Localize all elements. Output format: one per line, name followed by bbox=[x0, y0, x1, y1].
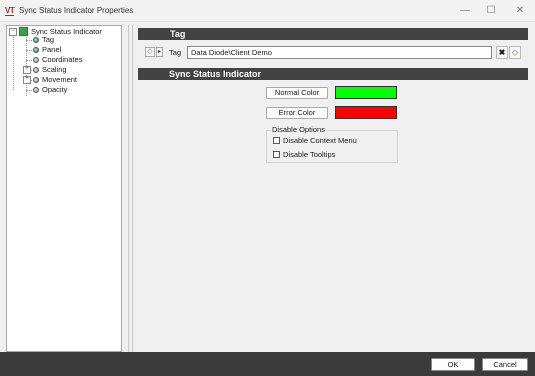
expand-icon[interactable]: + bbox=[23, 65, 31, 74]
expand-icon[interactable]: + bbox=[23, 75, 31, 84]
tree-connector-line bbox=[26, 60, 32, 61]
app-logo: VT bbox=[5, 6, 15, 16]
disable-tooltips-checkbox[interactable] bbox=[273, 151, 280, 158]
tree-item-label: Opacity bbox=[42, 85, 68, 94]
close-button[interactable]: ✕ bbox=[512, 5, 528, 16]
tree-item-movement[interactable]: + Movement bbox=[23, 75, 77, 85]
section-title: Tag bbox=[170, 29, 186, 39]
tag-browse-icon[interactable]: ◇ bbox=[509, 46, 521, 59]
tree-item-tag[interactable]: Tag bbox=[33, 35, 54, 45]
panel-splitter[interactable] bbox=[128, 25, 133, 352]
clear-x-icon[interactable]: ✖ bbox=[496, 46, 508, 59]
tag-label: Tag bbox=[169, 48, 182, 57]
minimize-button[interactable]: — bbox=[457, 5, 473, 16]
disable-tooltips-label[interactable]: Disable Tooltips bbox=[283, 150, 335, 159]
arrow-right-icon[interactable]: ▸ bbox=[156, 47, 163, 57]
status-green-icon bbox=[33, 36, 39, 43]
status-gray-icon bbox=[33, 66, 39, 73]
tag-input[interactable]: Data Diode\Client Demo bbox=[187, 46, 492, 59]
disable-options-legend: Disable Options bbox=[271, 125, 326, 134]
property-tree: − Sync Status Indicator Tag Panel Coordin… bbox=[6, 25, 122, 352]
error-color-swatch[interactable] bbox=[335, 106, 397, 119]
disable-context-menu-label[interactable]: Disable Context Menu bbox=[283, 136, 357, 145]
tree-item-label: Coordinates bbox=[42, 55, 83, 64]
tree-root-sync-status-indicator[interactable]: − Sync Status Indicator bbox=[9, 27, 102, 37]
tag-section-header: Tag bbox=[138, 28, 528, 40]
tree-item-panel[interactable]: Panel bbox=[33, 45, 61, 55]
tree-connector-line bbox=[26, 40, 32, 41]
title-bar: VT Sync Status Indicator Properties — ☐ … bbox=[0, 0, 535, 22]
cancel-button[interactable]: Cancel bbox=[482, 358, 528, 371]
tree-item-coordinates[interactable]: Coordinates bbox=[33, 55, 82, 65]
collapse-icon[interactable]: − bbox=[9, 27, 17, 36]
disable-context-menu-checkbox[interactable] bbox=[273, 137, 280, 144]
status-gray-icon bbox=[33, 86, 39, 93]
status-gray-icon bbox=[33, 76, 39, 83]
normal-color-button[interactable]: Normal Color bbox=[266, 87, 328, 99]
status-green-icon bbox=[33, 46, 39, 53]
tree-connector-line bbox=[26, 50, 32, 51]
indicator-section-header: Sync Status Indicator bbox=[138, 68, 528, 80]
tree-item-label: Panel bbox=[42, 45, 62, 54]
tree-item-label: Scaling bbox=[42, 65, 67, 74]
status-gray-icon bbox=[33, 56, 39, 63]
ok-button[interactable]: OK bbox=[431, 358, 475, 371]
tree-item-opacity[interactable]: Opacity bbox=[33, 85, 67, 95]
section-title: Sync Status Indicator bbox=[169, 69, 262, 79]
tree-connector-line bbox=[13, 37, 14, 90]
normal-color-swatch[interactable] bbox=[335, 86, 397, 99]
app-logo-text: VT bbox=[5, 6, 15, 16]
tree-item-label: Tag bbox=[42, 35, 55, 44]
error-color-button[interactable]: Error Color bbox=[266, 107, 328, 119]
component-icon bbox=[19, 27, 28, 37]
tree-connector-line bbox=[26, 90, 32, 91]
tree-item-label: Movement bbox=[42, 75, 78, 84]
maximize-button[interactable]: ☐ bbox=[483, 5, 499, 16]
tag-icon[interactable]: ◇ bbox=[145, 47, 155, 57]
window-title: Sync Status Indicator Properties bbox=[19, 6, 134, 15]
tree-item-scaling[interactable]: + Scaling bbox=[23, 65, 67, 75]
